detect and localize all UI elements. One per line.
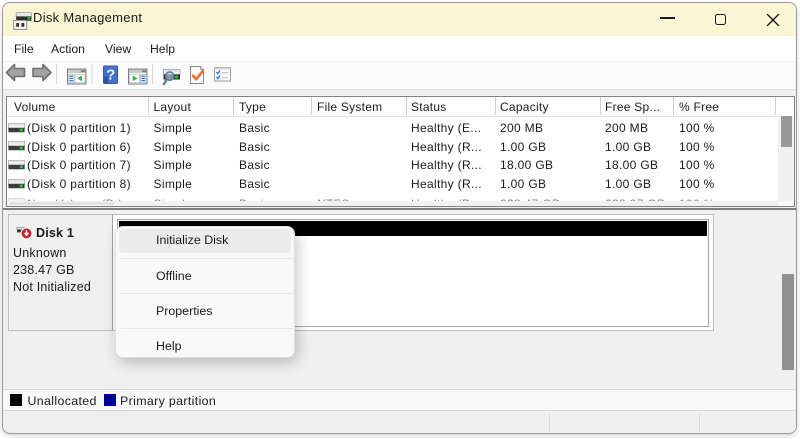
svg-text:?: ? bbox=[106, 67, 115, 84]
